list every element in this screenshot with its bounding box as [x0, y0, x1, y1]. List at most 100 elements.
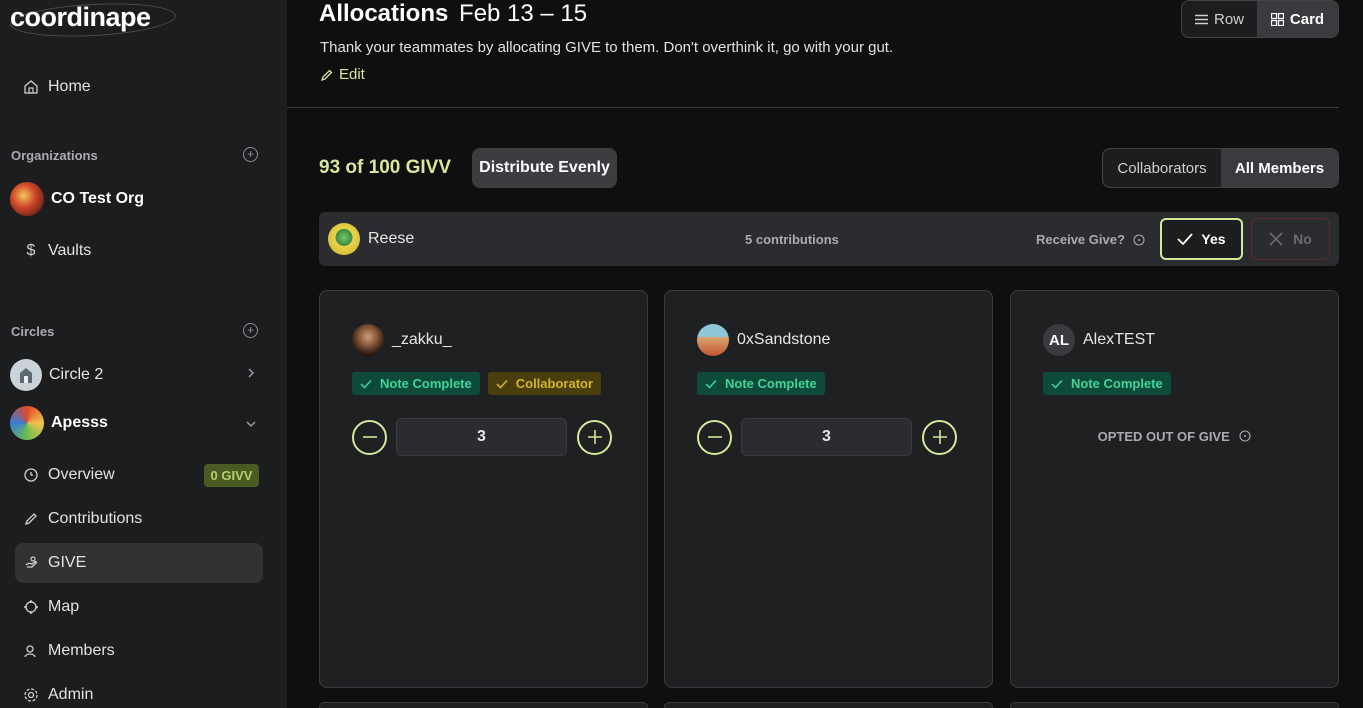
nav-vaults[interactable]: $ Vaults: [15, 231, 263, 271]
my-avatar: [328, 223, 360, 255]
circle-avatar: [10, 359, 42, 391]
check-icon: [360, 379, 372, 389]
org-co-test-org[interactable]: CO Test Org: [10, 181, 144, 217]
add-organization-icon[interactable]: +: [243, 147, 258, 162]
check-icon: [1177, 233, 1194, 245]
info-icon[interactable]: [1239, 430, 1251, 445]
minus-icon: [707, 436, 722, 438]
view-row-button[interactable]: Row: [1182, 1, 1257, 37]
nav-members[interactable]: Members: [15, 631, 263, 671]
check-icon: [1051, 379, 1063, 389]
member-header: 0xSandstone: [697, 324, 830, 356]
edit-label: Edit: [339, 66, 365, 83]
receive-no-label: No: [1293, 231, 1312, 247]
info-icon[interactable]: [1133, 233, 1145, 246]
plus-icon: [932, 430, 947, 444]
check-icon: [496, 379, 508, 389]
member-name: AlexTEST: [1083, 331, 1156, 348]
distribute-evenly-button[interactable]: Distribute Evenly: [472, 148, 617, 188]
circle-row-apesss[interactable]: Apesss: [10, 405, 260, 441]
give-amount-input[interactable]: 3: [396, 418, 567, 456]
tag-label: Note Complete: [1071, 376, 1163, 391]
increment-button[interactable]: [922, 419, 957, 455]
nav-contributions[interactable]: Contributions: [15, 499, 263, 539]
circles-heading: Circles: [11, 324, 55, 339]
give-stepper: 3: [697, 418, 957, 456]
decrement-button[interactable]: [697, 419, 732, 455]
member-name: _zakku_: [392, 331, 452, 348]
member-card: 0xSandstone Note Complete 3: [664, 290, 993, 688]
give-icon: [23, 555, 39, 571]
member-tags: Note Complete: [1043, 372, 1171, 395]
member-header: AL AlexTEST: [1043, 324, 1155, 356]
nav-give[interactable]: GIVE: [15, 543, 263, 583]
filter-all-members-button[interactable]: All Members: [1221, 149, 1338, 187]
plus-icon: [587, 430, 602, 444]
minus-icon: [362, 436, 377, 438]
member-tags: Note Complete: [697, 372, 825, 395]
note-complete-tag: Note Complete: [697, 372, 825, 395]
chevron-down-icon: [244, 416, 258, 434]
nav-give-label: GIVE: [48, 554, 87, 571]
givv-status: 93 of 100 GIVV: [319, 157, 452, 178]
member-avatar: [697, 324, 729, 356]
receive-yes-button[interactable]: Yes: [1160, 218, 1243, 260]
grid-icon: [1270, 12, 1284, 26]
nav-members-label: Members: [48, 642, 115, 659]
receive-no-button[interactable]: No: [1251, 218, 1330, 260]
dollar-icon: $: [26, 242, 36, 259]
circle-row-circle-2[interactable]: Circle 2: [10, 357, 260, 393]
view-card-button[interactable]: Card: [1257, 1, 1338, 37]
member-card-partial: [664, 702, 993, 708]
list-icon: [1195, 14, 1208, 25]
nav-map[interactable]: Map: [15, 587, 263, 627]
add-circle-icon[interactable]: +: [243, 323, 258, 338]
page-date-range: Feb 13 – 15: [459, 0, 588, 27]
receive-give-label: Receive Give?: [1036, 232, 1145, 247]
view-row-label: Row: [1214, 10, 1245, 28]
check-icon: [705, 379, 717, 389]
member-header: _zakku_: [352, 324, 452, 356]
opted-out-text: OPTED OUT OF GIVE: [1097, 429, 1230, 444]
member-name: 0xSandstone: [737, 331, 831, 348]
home-icon: [23, 79, 39, 95]
sidebar: coordinape Home Organizations + CO Test …: [0, 0, 287, 708]
member-card: _zakku_ Note Complete Collaborator 3: [319, 290, 648, 688]
page-title: Allocations Feb 13 – 15: [319, 0, 587, 28]
member-avatar-initials: AL: [1043, 324, 1075, 356]
circle-name: Circle 2: [49, 366, 104, 383]
close-icon: [1269, 232, 1283, 246]
increment-button[interactable]: [577, 419, 612, 455]
give-amount-input[interactable]: 3: [741, 418, 912, 456]
edit-link[interactable]: Edit: [320, 66, 365, 83]
nav-admin[interactable]: Admin: [15, 675, 263, 708]
nav-home-label: Home: [48, 78, 91, 95]
decrement-button[interactable]: [352, 419, 387, 455]
nav-vaults-label: Vaults: [48, 242, 92, 259]
filter-collaborators-button[interactable]: Collaborators: [1103, 149, 1221, 187]
page-subtitle: Thank your teammates by allocating GIVE …: [320, 39, 894, 56]
tag-label: Note Complete: [725, 376, 817, 391]
member-tags: Note Complete Collaborator: [352, 372, 602, 395]
main-content: Allocations Feb 13 – 15 Thank your teamm…: [287, 0, 1363, 708]
my-contributions-count[interactable]: 5 contributions: [745, 232, 839, 247]
gear-icon: [23, 687, 39, 703]
receive-yes-label: Yes: [1201, 231, 1226, 247]
nav-home[interactable]: Home: [15, 67, 263, 107]
nav-overview-label: Overview: [48, 466, 115, 483]
organizations-heading: Organizations: [11, 148, 98, 163]
app-logo[interactable]: coordinape: [10, 2, 151, 33]
receive-give-text: Receive Give?: [1036, 232, 1125, 247]
members-icon: [23, 643, 39, 659]
member-card-partial: [1010, 702, 1339, 708]
collaborator-tag: Collaborator: [487, 372, 602, 395]
nav-admin-label: Admin: [48, 686, 94, 703]
member-avatar: [352, 324, 384, 356]
pencil-icon: [23, 511, 39, 527]
member-card-partial: [319, 702, 648, 708]
view-card-label: Card: [1289, 10, 1325, 28]
member-card: AL AlexTEST Note Complete OPTED OUT OF G…: [1010, 290, 1339, 688]
org-name: CO Test Org: [51, 190, 145, 207]
my-allocation-bar: Reese 5 contributions Receive Give? Yes …: [319, 212, 1339, 266]
overview-icon: [23, 467, 39, 483]
